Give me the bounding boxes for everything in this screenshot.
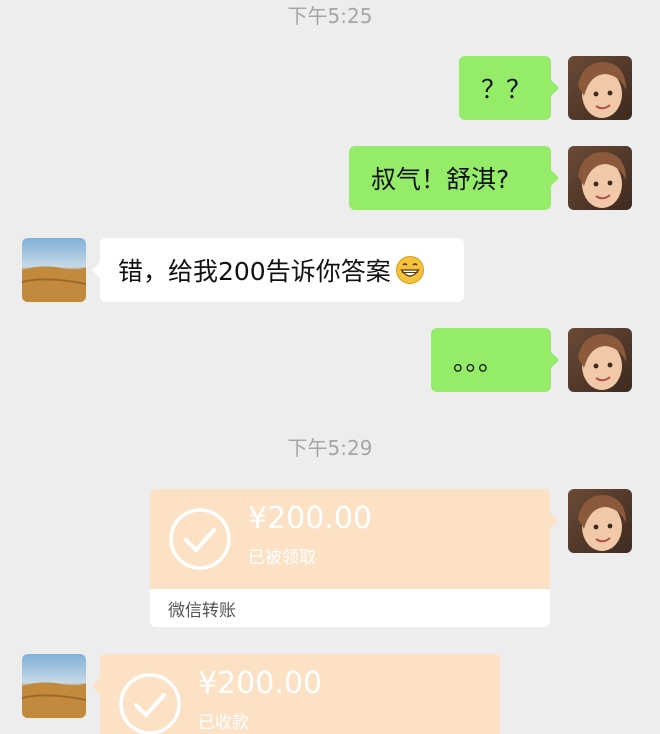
transfer-card-body: ¥200.00 已收款 [100, 654, 500, 734]
transfer-card-wrapper: ¥200.00 已收款 [92, 654, 500, 734]
girl-avatar-icon [568, 328, 632, 392]
transfer-status: 已收款 [198, 713, 249, 733]
message-text: 错，给我200告诉你答案 [118, 257, 391, 286]
girl-avatar-icon [568, 56, 632, 120]
desert-avatar-icon [22, 654, 86, 718]
transfer-card-body: ¥200.00 已被领取 [150, 489, 550, 589]
sent-message-bubble[interactable]: 。。。 [431, 328, 559, 392]
message-text: 叔气！舒淇? [371, 165, 510, 194]
girl-avatar-icon [568, 489, 632, 553]
avatar[interactable] [568, 146, 632, 210]
desert-avatar-icon [22, 238, 86, 302]
received-message-bubble[interactable]: 错，给我200告诉你答案 [92, 238, 464, 302]
girl-avatar-icon [568, 146, 632, 210]
transfer-footer: 微信转账 [150, 589, 550, 627]
message-text: 。。。 [453, 347, 504, 376]
timestamp: 下午5:29 [287, 436, 373, 460]
message-text: ？？ [481, 75, 532, 104]
avatar[interactable] [22, 238, 86, 302]
transfer-card-wrapper: ¥200.00 已被领取 微信转账 [150, 489, 558, 627]
avatar[interactable] [568, 489, 632, 553]
transfer-status: 已被领取 [248, 548, 316, 568]
sent-message-bubble[interactable]: ？？ [459, 56, 559, 120]
grinning-face-icon [395, 255, 425, 285]
avatar[interactable] [568, 328, 632, 392]
check-circle-icon [118, 672, 182, 734]
transfer-card[interactable]: ¥200.00 已收款 [100, 654, 500, 734]
check-circle-icon [168, 507, 232, 571]
avatar[interactable] [568, 56, 632, 120]
avatar[interactable] [22, 654, 86, 718]
transfer-card[interactable]: ¥200.00 已被领取 微信转账 [150, 489, 550, 627]
sent-message-bubble[interactable]: 叔气！舒淇? [349, 146, 559, 210]
transfer-amount: ¥200.00 [248, 501, 373, 536]
transfer-amount: ¥200.00 [198, 666, 323, 701]
timestamp: 下午5:25 [287, 4, 373, 28]
